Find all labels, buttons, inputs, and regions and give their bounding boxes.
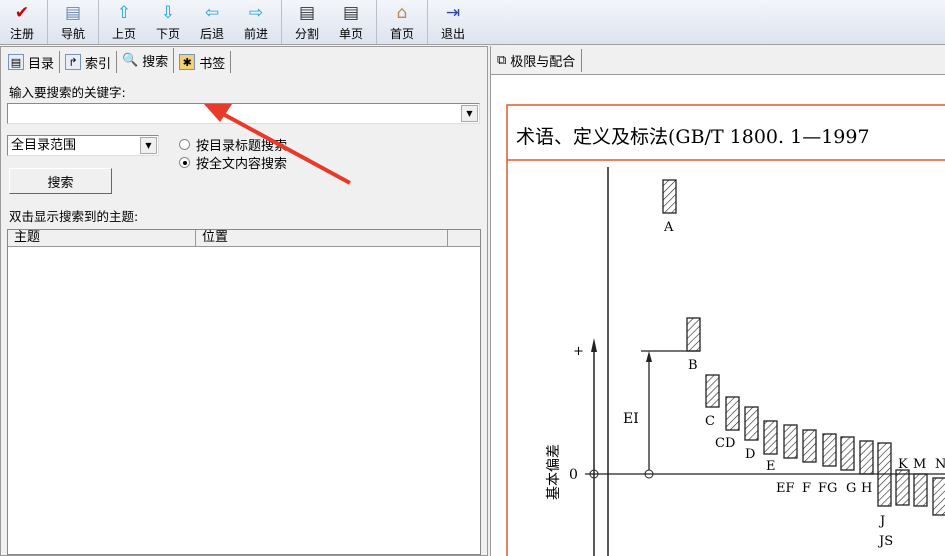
bar-label-d: D	[745, 447, 755, 462]
deviation-bar-a	[662, 179, 677, 214]
deviation-bar-fg	[822, 433, 837, 467]
bar-label-e: E	[766, 459, 776, 474]
zero-label: 0	[569, 467, 578, 483]
deviation-bar-f	[802, 429, 817, 463]
bar-label-m: M	[913, 457, 926, 472]
bar-label-fg: FG	[818, 481, 837, 496]
bar-label-j: J	[878, 514, 885, 529]
deviation-bar-k	[895, 469, 910, 506]
bar-label-a: A	[663, 220, 674, 235]
deviation-bar-e	[763, 420, 778, 455]
ei-label: EI	[623, 411, 639, 427]
deviation-bar-n	[932, 477, 945, 516]
deviation-bar-d	[744, 406, 759, 441]
fit-diagram: 术语、定义及标法(GB/T 1800. 1—1997 + 0 基本偏差 EI A…	[204, 104, 945, 556]
axis-label: 基本偏差	[545, 444, 562, 500]
bar-label-h: H	[861, 481, 872, 496]
bar-label-cd: CD	[715, 436, 735, 451]
bar-label-f: F	[802, 481, 811, 496]
ei-arrowhead	[646, 351, 652, 362]
annotation-arrowhead	[204, 104, 232, 122]
annotation-arrow	[211, 106, 351, 185]
deviation-bar-m	[913, 473, 928, 507]
deviation-bar-ef	[783, 424, 798, 459]
bar-label-b: B	[688, 358, 698, 373]
bar-label-ef: EF	[776, 481, 795, 496]
bar-label-g: G	[846, 481, 856, 496]
bar-label-js: JS	[877, 534, 893, 549]
deviation-bar-j	[877, 442, 892, 507]
deviation-bar-h	[859, 440, 874, 475]
deviation-bar-c	[705, 374, 720, 408]
axis-arrow	[591, 338, 597, 352]
deviation-bar-cd	[725, 396, 740, 431]
deviation-bar-g	[840, 436, 855, 471]
plus-label: +	[573, 344, 584, 359]
bar-label-c: C	[705, 414, 715, 429]
bar-label-n: N	[935, 457, 945, 472]
deviation-bar-b	[686, 317, 701, 352]
document-heading: 术语、定义及标法(GB/T 1800. 1—1997	[516, 126, 870, 148]
bar-label-k: K	[898, 457, 908, 472]
